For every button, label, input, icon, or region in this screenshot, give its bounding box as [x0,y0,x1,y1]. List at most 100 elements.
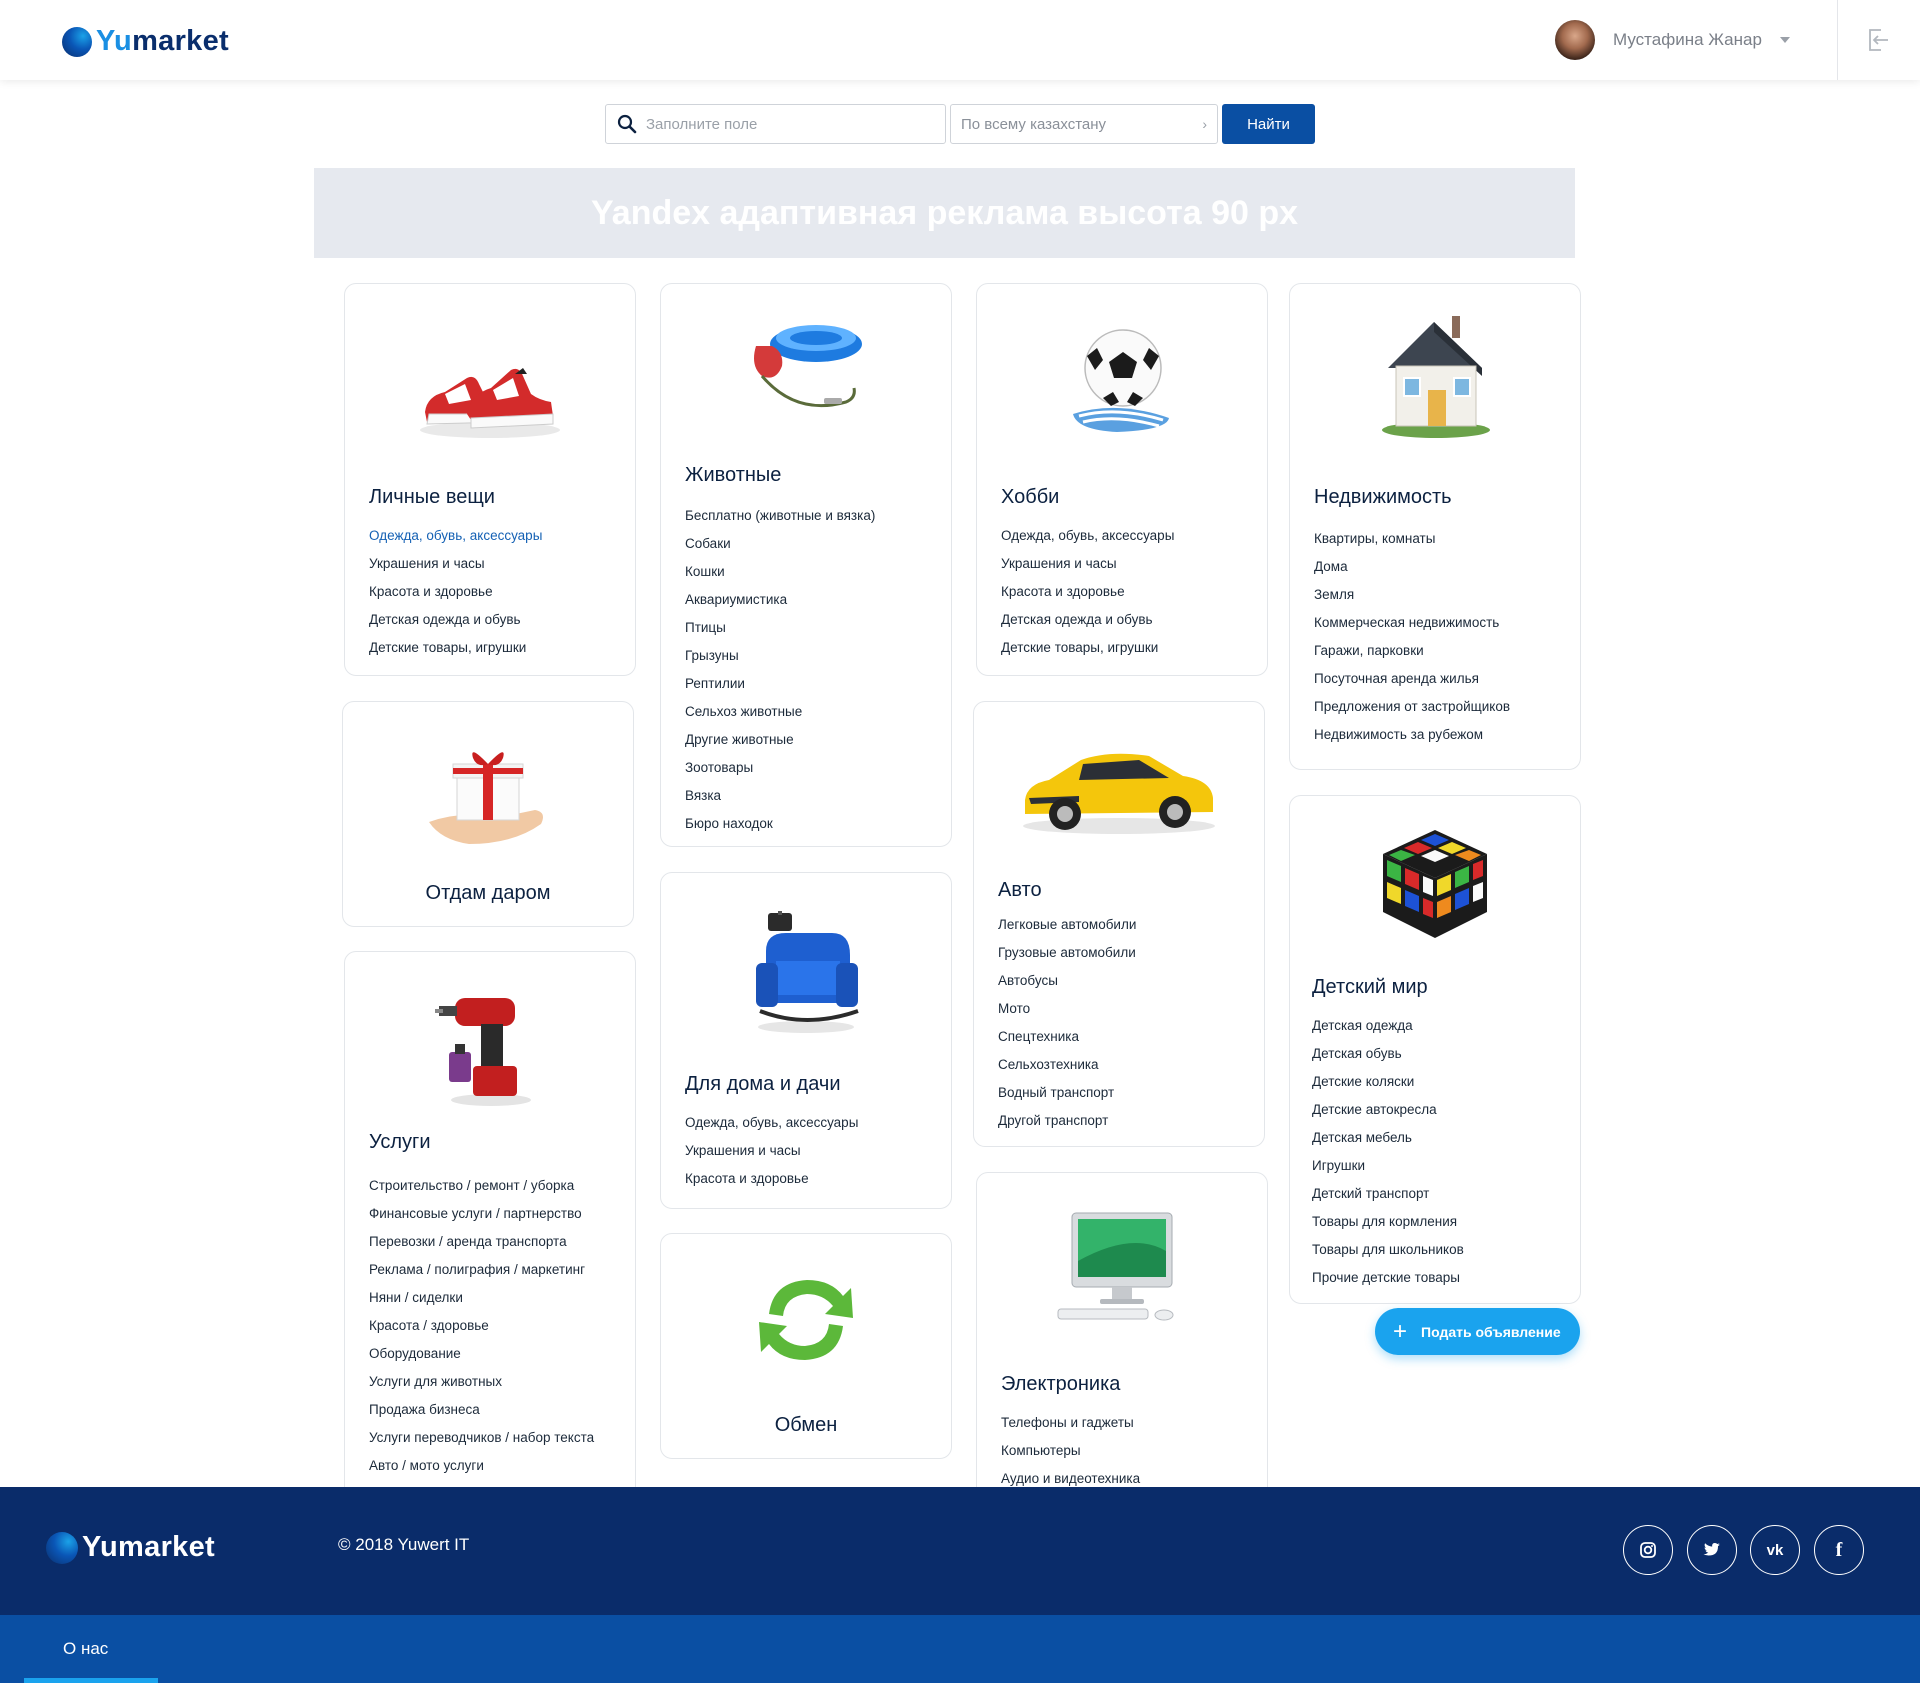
category-title[interactable]: Недвижимость [1314,486,1452,509]
subcategory-link[interactable]: Оборудование [369,1340,594,1368]
subcategory-link[interactable]: Рептилии [685,670,875,698]
search-box[interactable] [605,104,946,144]
category-title[interactable]: Хобби [1001,486,1059,509]
find-button[interactable]: Найти [1222,104,1315,144]
subcategory-link[interactable]: Реклама / полиграфия / маркетинг [369,1256,594,1284]
subcategory-link[interactable]: Перевозки / аренда транспорта [369,1228,594,1256]
subcategory-link[interactable]: Мото [998,995,1136,1023]
avatar[interactable] [1555,20,1595,60]
subcategory-link[interactable]: Детские коляски [1312,1068,1464,1096]
user-menu[interactable]: Мустафина Жанар [1555,20,1790,60]
region-select[interactable]: По всему казахстану › [950,104,1218,144]
subcategory-link[interactable]: Авто / мото услуги [369,1452,594,1480]
subcategory-link[interactable]: Вязка [685,782,875,810]
subcategory-link[interactable]: Другой транспорт [998,1107,1136,1135]
subcategory-link[interactable]: Детские товары, игрушки [369,634,542,662]
subcategory-link[interactable]: Коммерческая недвижимость [1314,609,1510,637]
category-card-giveaway[interactable]: Отдам даром [342,701,634,927]
category-card-animals[interactable]: Животные Бесплатно (животные и вязка) Со… [660,283,952,847]
category-card-exchange[interactable]: Обмен [660,1233,952,1459]
subcategory-link[interactable]: Другие животные [685,726,875,754]
subcategory-link[interactable]: Красота и здоровье [369,578,542,606]
subcategory-link[interactable]: Детская одежда и обувь [369,606,542,634]
subcategory-link[interactable]: Грызуны [685,642,875,670]
subcategory-link[interactable]: Спецтехника [998,1023,1136,1051]
subcategory-link[interactable]: Предложения от застройщиков [1314,693,1510,721]
subcategory-link[interactable]: Одежда, обувь, аксессуары [1001,522,1174,550]
subcategory-link[interactable]: Красота и здоровье [685,1165,858,1193]
subcategory-link[interactable]: Сельхоз животные [685,698,875,726]
logout-icon[interactable] [1864,26,1892,54]
subcategory-link[interactable]: Бюро находок [685,810,875,838]
subcategory-link[interactable]: Дома [1314,553,1510,581]
subcategory-link[interactable]: Легковые автомобили [998,911,1136,939]
subcategory-link[interactable]: Компьютеры [1001,1437,1140,1465]
category-title[interactable]: Для дома и дачи [685,1073,841,1096]
subcategory-link[interactable]: Кошки [685,558,875,586]
subcategory-link[interactable]: Прочие детские товары [1312,1264,1464,1292]
subcategory-link[interactable]: Украшения и часы [1001,550,1174,578]
subcategory-link[interactable]: Детская мебель [1312,1124,1464,1152]
twitter-icon[interactable] [1687,1525,1737,1575]
subcategory-link[interactable]: Собаки [685,530,875,558]
search-input[interactable] [646,115,926,133]
category-title[interactable]: Услуги [369,1131,431,1154]
subcategory-link[interactable]: Товары для кормления [1312,1208,1464,1236]
category-title[interactable]: Авто [998,879,1042,902]
subcategory-link[interactable]: Детский транспорт [1312,1180,1464,1208]
subcategory-link[interactable]: Одежда, обувь, аксессуары [369,522,542,550]
subcategory-link[interactable]: Телефоны и гаджеты [1001,1409,1140,1437]
subcategory-link[interactable]: Аквариумистика [685,586,875,614]
subcategory-link[interactable]: Товары для школьников [1312,1236,1464,1264]
category-card-hobby[interactable]: Хобби Одежда, обувь, аксессуары Украшени… [976,283,1268,676]
category-title[interactable]: Обмен [661,1414,951,1437]
subcategory-link[interactable]: Детские автокресла [1312,1096,1464,1124]
category-card-electronics[interactable]: Электроника Телефоны и гаджеты Компьютер… [976,1172,1268,1512]
category-card-personal[interactable]: Личные вещи Одежда, обувь, аксессуары Ук… [344,283,636,676]
subcategory-link[interactable]: Детская обувь [1312,1040,1464,1068]
post-ad-button[interactable]: + Подать объявление [1375,1308,1580,1355]
about-link[interactable]: О нас [24,1615,158,1683]
subcategory-link[interactable]: Украшения и часы [685,1137,858,1165]
subcategory-link[interactable]: Услуги для животных [369,1368,594,1396]
footer-logo[interactable]: Yumarket [46,1531,215,1564]
subcategory-link[interactable]: Красота / здоровье [369,1312,594,1340]
subcategory-link[interactable]: Водный транспорт [998,1079,1136,1107]
category-card-auto[interactable]: Авто Легковые автомобили Грузовые автомо… [973,701,1265,1147]
category-title[interactable]: Личные вещи [369,486,495,509]
subcategory-link[interactable]: Недвижимость за рубежом [1314,721,1510,749]
subcategory-link[interactable]: Автобусы [998,967,1136,995]
facebook-icon[interactable]: f [1814,1525,1864,1575]
category-card-kids[interactable]: Детский мир Детская одежда Детская обувь… [1289,795,1581,1304]
subcategory-link[interactable]: Грузовые автомобили [998,939,1136,967]
subcategory-link[interactable]: Продажа бизнеса [369,1396,594,1424]
subcategory-link[interactable]: Детские товары, игрушки [1001,634,1174,662]
category-title[interactable]: Отдам даром [343,882,633,905]
category-title[interactable]: Электроника [1001,1373,1120,1396]
subcategory-link[interactable]: Игрушки [1312,1152,1464,1180]
subcategory-link[interactable]: Детская одежда и обувь [1001,606,1174,634]
category-title[interactable]: Детский мир [1312,976,1428,999]
subcategory-link[interactable]: Земля [1314,581,1510,609]
subcategory-link[interactable]: Финансовые услуги / партнерство [369,1200,594,1228]
subcategory-link[interactable]: Детская одежда [1312,1012,1464,1040]
category-card-home[interactable]: Для дома и дачи Одежда, обувь, аксессуар… [660,872,952,1209]
subcategory-link[interactable]: Строительство / ремонт / уборка [369,1172,594,1200]
subcategory-link[interactable]: Сельхозтехника [998,1051,1136,1079]
subcategory-link[interactable]: Украшения и часы [369,550,542,578]
subcategory-link[interactable]: Зоотовары [685,754,875,782]
subcategory-link[interactable]: Услуги переводчиков / набор текста [369,1424,594,1452]
category-title[interactable]: Животные [685,464,781,487]
subcategory-link[interactable]: Гаражи, парковки [1314,637,1510,665]
subcategory-link[interactable]: Птицы [685,614,875,642]
subcategory-link[interactable]: Посуточная аренда жилья [1314,665,1510,693]
category-card-services[interactable]: Услуги Строительство / ремонт / уборка Ф… [344,951,636,1511]
chevron-down-icon[interactable] [1779,37,1790,43]
subcategory-link[interactable]: Няни / сиделки [369,1284,594,1312]
subcategory-link[interactable]: Бесплатно (животные и вязка) [685,502,875,530]
instagram-icon[interactable] [1623,1525,1673,1575]
subcategory-link[interactable]: Квартиры, комнаты [1314,525,1510,553]
vk-icon[interactable]: vk [1750,1525,1800,1575]
category-card-realty[interactable]: Недвижимость Квартиры, комнаты Дома Земл… [1289,283,1581,770]
user-name[interactable]: Мустафина Жанар [1613,30,1762,50]
